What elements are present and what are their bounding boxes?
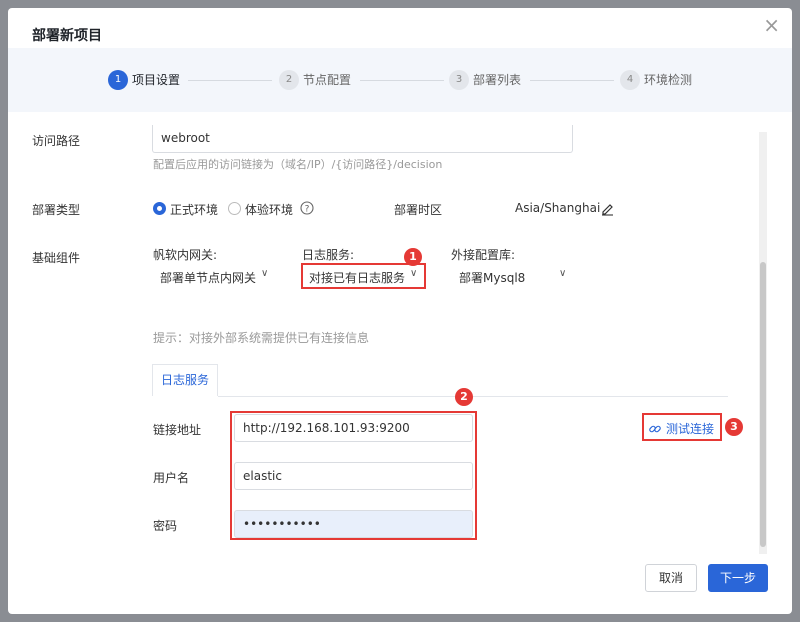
step-2-number: 2 xyxy=(279,70,299,90)
step-4-number: 4 xyxy=(620,70,640,90)
access-path-hint: 配置后应用的访问链接为（域名/IP）/{访问路径}/decision xyxy=(153,158,443,171)
config-db-select[interactable]: 部署Mysql8 xyxy=(459,269,525,286)
chevron-down-icon: ∨ xyxy=(410,268,418,279)
chevron-down-icon: ∨ xyxy=(559,268,567,279)
svg-text:?: ? xyxy=(305,205,310,215)
test-connection-label: 测试连接 xyxy=(666,422,715,436)
step-1-label: 项目设置 xyxy=(132,73,181,87)
link-icon xyxy=(649,425,661,432)
annotation-2: 2 xyxy=(455,388,473,406)
url-input[interactable]: http://192.168.101.93:9200 xyxy=(234,414,473,442)
config-db-label: 外接配置库: xyxy=(451,248,516,262)
step-connector xyxy=(188,80,272,81)
cancel-button[interactable]: 取消 xyxy=(645,564,697,592)
deploy-dialog: 部署新项目 × 1 项目设置 2 节点配置 3 部署列表 4 环境检测 访问路径… xyxy=(8,8,792,614)
scrollbar[interactable] xyxy=(759,132,767,554)
components-hint: 提示：对接外部系统需提供已有连接信息 xyxy=(153,331,370,345)
timezone-value: Asia/Shanghai xyxy=(515,201,601,215)
tab-divider xyxy=(218,396,728,397)
timezone-label: 部署时区 xyxy=(394,203,443,217)
log-service-label: 日志服务: xyxy=(302,248,355,262)
help-circle-icon[interactable]: ? xyxy=(300,201,314,215)
radio-trial-label: 体验环境 xyxy=(245,203,294,217)
gateway-select[interactable]: 部署单节点内网关 xyxy=(160,269,256,286)
log-service-select[interactable]: 对接已有日志服务 xyxy=(309,269,405,286)
chevron-down-icon: ∨ xyxy=(261,268,269,279)
close-icon[interactable]: × xyxy=(763,14,780,36)
step-3-label: 部署列表 xyxy=(473,73,522,87)
username-input[interactable]: elastic xyxy=(234,462,473,490)
step-connector xyxy=(530,80,614,81)
deploy-type-label: 部署类型 xyxy=(32,203,81,217)
step-connector xyxy=(360,80,444,81)
annotation-3: 3 xyxy=(725,418,743,436)
step-1-number: 1 xyxy=(108,70,128,90)
edit-icon[interactable] xyxy=(600,201,615,216)
annotation-1: 1 xyxy=(404,248,422,266)
tab-log-service[interactable]: 日志服务 xyxy=(152,364,218,396)
scrollbar-thumb[interactable] xyxy=(760,262,766,547)
step-4-label: 环境检测 xyxy=(644,73,693,87)
gateway-label: 帆软内网关: xyxy=(153,248,218,262)
radio-production-label: 正式环境 xyxy=(170,203,219,217)
radio-production[interactable] xyxy=(153,202,166,215)
base-components-label: 基础组件 xyxy=(32,251,81,265)
dialog-title: 部署新项目 xyxy=(32,28,102,44)
next-button[interactable]: 下一步 xyxy=(708,564,768,592)
step-2-label: 节点配置 xyxy=(303,73,352,87)
username-label: 用户名 xyxy=(153,471,190,485)
test-connection-button[interactable]: 测试连接 xyxy=(648,420,714,437)
access-path-input[interactable]: webroot xyxy=(152,125,573,153)
step-3-number: 3 xyxy=(449,70,469,90)
access-path-label: 访问路径 xyxy=(32,134,81,148)
password-label: 密码 xyxy=(153,519,178,533)
url-label: 链接地址 xyxy=(153,423,202,437)
stepper: 1 项目设置 2 节点配置 3 部署列表 4 环境检测 xyxy=(8,48,792,112)
password-input[interactable]: ••••••••••• xyxy=(234,510,473,538)
radio-trial[interactable] xyxy=(228,202,241,215)
